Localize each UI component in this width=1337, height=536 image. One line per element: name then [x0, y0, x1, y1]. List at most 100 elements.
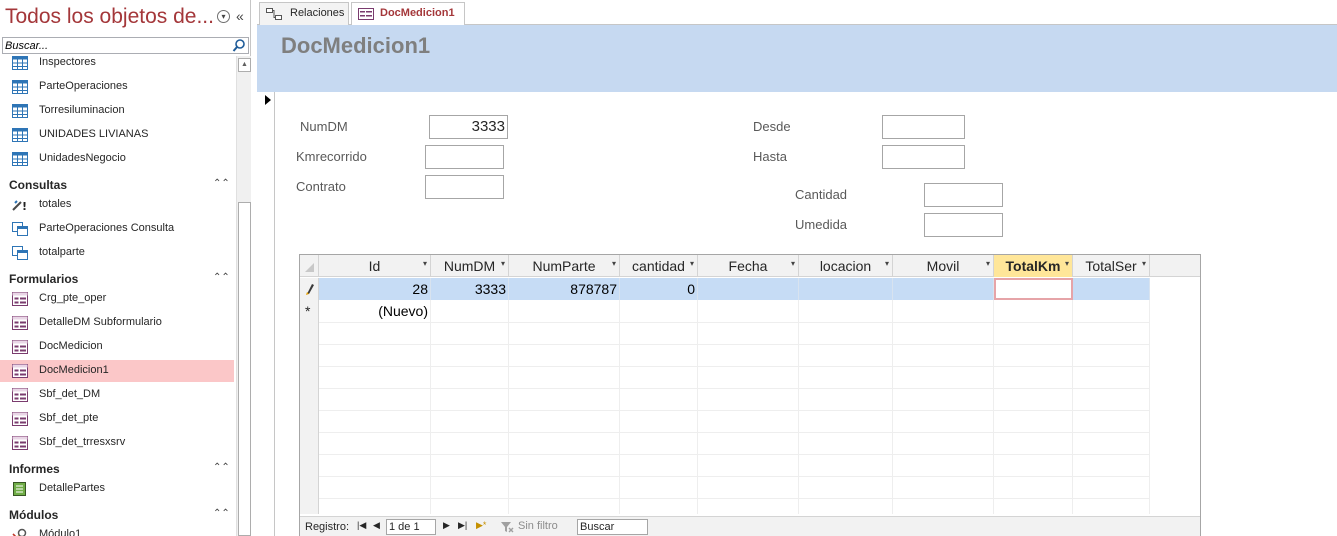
filter-icon[interactable] — [500, 521, 514, 533]
nav-item-sbf-det-dm[interactable]: Sbf_det_DM — [0, 384, 234, 406]
nav-item-unidadesnegocio[interactable]: UnidadesNegocio — [0, 148, 234, 170]
nav-group-módulos[interactable]: Módulos ⌃⌃ — [0, 506, 234, 526]
column-dropdown-icon[interactable]: ▾ — [690, 259, 694, 268]
cell-numparte[interactable]: 878787 — [509, 278, 620, 300]
current-record-icon — [265, 95, 271, 105]
nav-item-label: Sbf_det_trresxsrv — [39, 436, 126, 448]
cell-cantidad[interactable]: 0 — [620, 278, 698, 300]
nav-menu-dropdown-icon[interactable]: ▾ — [217, 10, 230, 23]
numdm-label: NumDM — [300, 119, 348, 134]
column-dropdown-icon[interactable]: ▾ — [1142, 259, 1146, 268]
tab-docmedicion1[interactable]: DocMedicion1 — [351, 2, 465, 26]
collapse-group-icon[interactable]: ⌃⌃ — [213, 462, 230, 473]
column-dropdown-icon[interactable]: ▾ — [501, 259, 505, 268]
cell-movil[interactable] — [893, 278, 994, 300]
cell-id[interactable]: 28 — [319, 278, 431, 300]
record-position-input[interactable]: 1 de 1 — [386, 519, 436, 535]
umedida-field[interactable] — [924, 213, 1003, 237]
report-icon — [13, 482, 26, 496]
collapse-group-icon[interactable]: ⌃⌃ — [213, 272, 230, 283]
column-header-totalkm[interactable]: TotalKm ▾ — [994, 255, 1073, 277]
table-icon — [12, 104, 28, 118]
collapse-pane-icon[interactable]: « — [236, 8, 244, 24]
last-record-icon[interactable]: ▶| — [458, 520, 467, 531]
column-dropdown-icon[interactable]: ▾ — [986, 259, 990, 268]
grid-row-line — [319, 476, 1150, 477]
collapse-group-icon[interactable]: ⌃⌃ — [213, 178, 230, 189]
scrollbar-thumb[interactable] — [238, 202, 251, 536]
nav-item-docmedicion[interactable]: DocMedicion — [0, 336, 234, 358]
nav-group-consultas[interactable]: Consultas ⌃⌃ — [0, 176, 234, 196]
first-record-icon[interactable]: |◀ — [357, 520, 366, 531]
form-icon — [12, 388, 28, 402]
nav-item-sbf-det-trresxsrv[interactable]: Sbf_det_trresxsrv — [0, 432, 234, 454]
new-record-icon[interactable]: * — [305, 303, 310, 319]
column-header-movil[interactable]: Movil ▾ — [893, 255, 994, 277]
nav-item-parteoperaciones-consulta[interactable]: ParteOperaciones Consulta — [0, 218, 234, 240]
new-record-nav-icon[interactable]: ▶* — [476, 520, 486, 531]
nav-item-label: ParteOperaciones — [39, 80, 128, 92]
column-header-totalser[interactable]: TotalSer ▾ — [1073, 255, 1150, 277]
new-row-cell[interactable]: (Nuevo) — [319, 300, 431, 322]
cell-value: 3333 — [474, 281, 506, 297]
column-dropdown-icon[interactable]: ▾ — [612, 259, 616, 268]
desde-field[interactable] — [882, 115, 965, 139]
cell-locacion[interactable] — [799, 278, 893, 300]
nav-item-totalparte[interactable]: totalparte — [0, 242, 234, 264]
nav-item-docmedicion1[interactable]: DocMedicion1 — [0, 360, 234, 382]
nav-title[interactable]: Todos los objetos de... — [5, 5, 214, 29]
column-dropdown-icon[interactable]: ▾ — [885, 259, 889, 268]
nav-group-label: Consultas — [9, 178, 68, 192]
cell-totalser[interactable] — [1073, 278, 1150, 300]
column-header-numdm[interactable]: NumDM ▾ — [431, 255, 509, 277]
cell-totalkm[interactable] — [994, 278, 1073, 300]
nav-search-input[interactable] — [3, 38, 228, 54]
record-selector[interactable] — [257, 92, 275, 536]
row-selector-column: * — [300, 278, 319, 514]
select-all-corner[interactable] — [300, 255, 319, 277]
nav-item-m-dulo1[interactable]: Módulo1 — [0, 524, 234, 536]
subform-datasheet: Id ▾ NumDM ▾ NumParte ▾ cantidad ▾ Fecha ▾ locacio… — [299, 254, 1201, 536]
column-header-fecha[interactable]: Fecha ▾ — [698, 255, 799, 277]
cell-fecha[interactable] — [698, 278, 799, 300]
nav-item-totales[interactable]: ! totales — [0, 194, 234, 216]
nav-item-sbf-det-pte[interactable]: Sbf_det_pte — [0, 408, 234, 430]
column-header-id[interactable]: Id ▾ — [319, 255, 431, 277]
column-dropdown-icon[interactable]: ▾ — [791, 259, 795, 268]
search-icon[interactable] — [232, 38, 246, 53]
nav-group-formularios[interactable]: Formularios ⌃⌃ — [0, 270, 234, 290]
datasheet-search-input[interactable]: Buscar — [577, 519, 648, 535]
column-header-cantidad[interactable]: cantidad ▾ — [620, 255, 698, 277]
nav-item-detalledm-subformulario[interactable]: DetalleDM Subformulario — [0, 312, 234, 334]
nav-scrollbar[interactable]: ▲ — [236, 56, 251, 536]
cell-value: 0 — [687, 281, 695, 297]
filter-status[interactable]: Sin filtro — [518, 520, 558, 532]
nav-item-inspectores[interactable]: Inspectores — [0, 56, 234, 74]
numdm-field[interactable]: 3333 — [429, 115, 508, 139]
next-record-icon[interactable]: ▶ — [443, 520, 450, 531]
tab-relaciones[interactable]: Relaciones — [259, 2, 349, 25]
contrato-field[interactable] — [425, 175, 504, 199]
nav-item-parteoperaciones[interactable]: ParteOperaciones — [0, 76, 234, 98]
grid-row-line — [319, 366, 1150, 367]
column-dropdown-icon[interactable]: ▾ — [1065, 259, 1069, 268]
column-dropdown-icon[interactable]: ▾ — [423, 259, 427, 268]
table-icon — [12, 128, 28, 142]
column-header-numparte[interactable]: NumParte ▾ — [509, 255, 620, 277]
nav-group-informes[interactable]: Informes ⌃⌃ — [0, 460, 234, 480]
scroll-up-icon[interactable]: ▲ — [238, 58, 251, 72]
form-icon — [12, 292, 28, 306]
nav-item-unidades-livianas[interactable]: UNIDADES LIVIANAS — [0, 124, 234, 146]
column-header-locacion[interactable]: locacion ▾ — [799, 255, 893, 277]
collapse-group-icon[interactable]: ⌃⌃ — [213, 508, 230, 519]
cell-numdm[interactable]: 3333 — [431, 278, 509, 300]
nav-item-crg-pte-oper[interactable]: Crg_pte_oper — [0, 288, 234, 310]
nav-item-detallepartes[interactable]: DetallePartes — [0, 478, 234, 500]
kmrecorrido-field[interactable] — [425, 145, 504, 169]
cantidad-field[interactable] — [924, 183, 1003, 207]
pencil-icon[interactable] — [304, 282, 315, 296]
hasta-field[interactable] — [882, 145, 965, 169]
grid-row-line — [319, 410, 1150, 411]
previous-record-icon[interactable]: ◀ — [373, 520, 380, 531]
nav-item-torresiluminacion[interactable]: Torresiluminacion — [0, 100, 234, 122]
